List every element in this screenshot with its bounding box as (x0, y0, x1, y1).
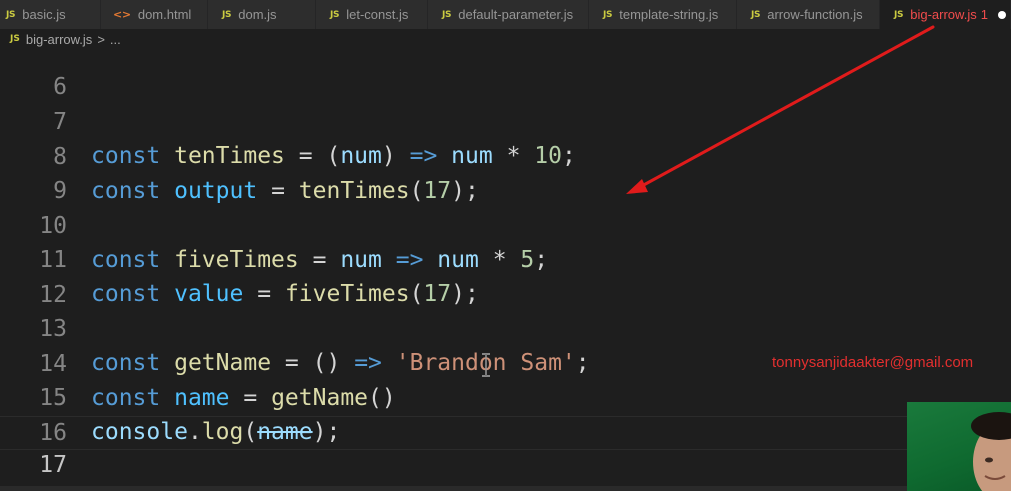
tab-label: basic.js (22, 7, 66, 22)
javascript-file-icon: JS (751, 9, 761, 20)
text-cursor-icon (482, 353, 490, 377)
breadcrumb-symbols[interactable]: ... (110, 32, 121, 47)
tab-label: dom.html (137, 7, 192, 22)
line-number: 17 (39, 452, 67, 478)
code-line: 11 const value = fiveTimes(17); (0, 209, 1011, 307)
tab-arrow-function-js[interactable]: JS arrow-function.js (737, 0, 880, 29)
tab-template-string-js[interactable]: JS template-string.js (589, 0, 737, 29)
tab-label: big-arrow.js (910, 7, 977, 22)
watermark-email: tonnysanjidaakter@gmail.com (772, 354, 974, 371)
tab-label: default-parameter.js (458, 7, 574, 22)
tab-label: arrow-function.js (767, 7, 863, 22)
presenter-video-icon (971, 412, 1011, 491)
javascript-file-icon: JS (10, 34, 20, 44)
current-code-line: 17 const doMath = (0, 416, 1011, 491)
javascript-file-icon: JS (894, 9, 904, 20)
javascript-file-icon: JS (442, 9, 452, 20)
javascript-file-icon: JS (222, 9, 232, 20)
code-editor[interactable]: 6 7 const tenTimes = (num) => num * 10; … (0, 49, 1011, 491)
tab-basic-js[interactable]: JS basic.js (0, 0, 101, 29)
javascript-file-icon: JS (6, 9, 16, 20)
code-line: 12 (0, 244, 1011, 308)
code-line: 13 const getName = () => 'Brandon Sam'; (0, 278, 1011, 376)
javascript-file-icon: JS (603, 9, 613, 20)
editor-tab-bar: JS basic.js <> dom.html JS dom.js JS let… (0, 0, 1011, 29)
code-line: 14 const name = getName() (0, 313, 1011, 411)
breadcrumb-file[interactable]: big-arrow.js (26, 32, 92, 47)
tab-label: dom.js (238, 7, 277, 22)
javascript-file-icon: JS (330, 9, 340, 20)
code-line: 8 const output = tenTimes(17); (0, 106, 1011, 204)
breadcrumb: JS big-arrow.js > ... (0, 29, 1011, 49)
code-line: 7 const tenTimes = (num) => num * 10; (0, 71, 1011, 169)
code-line: 16 (0, 382, 1011, 446)
tab-big-arrow-js[interactable]: JS big-arrow.js 1 (880, 0, 1011, 29)
tab-let-const-js[interactable]: JS let-const.js (316, 0, 428, 29)
unsaved-changes-dot-icon[interactable] (997, 10, 1006, 19)
code-line: 10 const fiveTimes = num => num * 5; (0, 175, 1011, 273)
webcam-overlay (907, 402, 1011, 491)
problem-count-badge: 1 (980, 7, 988, 22)
tab-dom-js[interactable]: JS dom.js (208, 0, 316, 29)
code-line: 9 (0, 140, 1011, 204)
html-file-icon: <> (113, 8, 131, 21)
horizontal-scrollbar[interactable] (0, 486, 1011, 491)
tab-dom-html[interactable]: <> dom.html (101, 0, 208, 29)
breadcrumb-separator: > (97, 31, 105, 47)
tab-label: template-string.js (619, 7, 719, 22)
tab-label: let-const.js (346, 7, 409, 22)
code-line: 6 (0, 49, 1011, 100)
tab-default-parameter-js[interactable]: JS default-parameter.js (428, 0, 589, 29)
